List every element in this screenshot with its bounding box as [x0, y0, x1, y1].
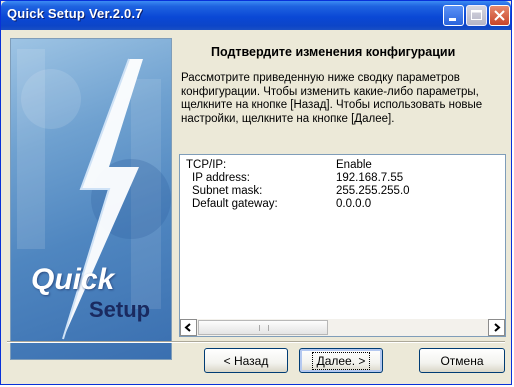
- scroll-left-button[interactable]: [180, 319, 197, 336]
- footer-divider: [7, 341, 505, 343]
- summary-value: 255.255.255.0: [336, 185, 410, 197]
- cancel-button-label: Отмена: [440, 353, 484, 368]
- close-icon: [494, 10, 505, 21]
- maximize-button: [466, 5, 487, 26]
- next-button-label: Далее. >: [311, 351, 371, 370]
- summary-label: Subnet mask:: [192, 185, 263, 197]
- quick-setup-window: Quick Setup Ver.2.0.7 Quick Setup Подтве…: [0, 0, 512, 385]
- minimize-button[interactable]: [443, 5, 464, 26]
- minimize-icon: [449, 18, 456, 21]
- window-title: Quick Setup Ver.2.0.7: [7, 6, 143, 21]
- quick-setup-banner: Quick Setup: [10, 38, 172, 360]
- configuration-summary-list[interactable]: TCP/IP: Enable IP address: 192.168.7.55 …: [179, 154, 506, 337]
- close-button[interactable]: [489, 5, 510, 26]
- cancel-button[interactable]: Отмена: [419, 348, 505, 373]
- maximize-icon: [471, 10, 482, 20]
- banner-setup-text: Setup: [89, 297, 151, 322]
- description-text: Рассмотрите приведенную ниже сводку пара…: [181, 72, 483, 125]
- chevron-left-icon: [184, 323, 191, 332]
- scroll-thumb[interactable]: [198, 320, 328, 335]
- next-button[interactable]: Далее. >: [299, 348, 383, 373]
- banner-quick-text: Quick: [31, 263, 115, 296]
- page-title: Подтвердите изменения конфигурации: [211, 45, 456, 59]
- chevron-right-icon: [494, 323, 501, 332]
- summary-label: Default gateway:: [192, 198, 278, 210]
- summary-label: IP address:: [192, 172, 250, 184]
- summary-value: 0.0.0.0: [336, 198, 372, 210]
- scroll-right-button[interactable]: [488, 319, 505, 336]
- grip-icon: [259, 325, 269, 331]
- summary-value: 192.168.7.55: [336, 172, 404, 184]
- title-bar[interactable]: Quick Setup Ver.2.0.7: [1, 1, 511, 30]
- back-button-label: < Назад: [223, 353, 269, 368]
- summary-label: TCP/IP:: [186, 159, 227, 171]
- horizontal-scrollbar[interactable]: [180, 319, 505, 336]
- back-button[interactable]: < Назад: [204, 348, 288, 373]
- summary-value: Enable: [336, 159, 372, 171]
